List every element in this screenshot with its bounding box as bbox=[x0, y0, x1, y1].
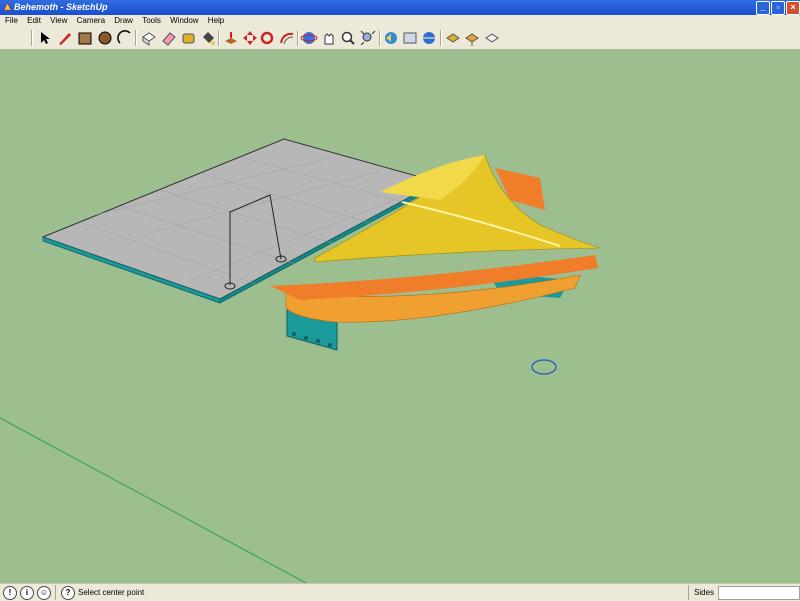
help-icon[interactable]: ? bbox=[61, 586, 75, 600]
menu-camera[interactable]: Camera bbox=[77, 15, 105, 27]
tape-measure-icon[interactable] bbox=[180, 29, 198, 47]
eraser-tool-icon[interactable] bbox=[160, 29, 178, 47]
zoom-extents-icon[interactable] bbox=[359, 29, 377, 47]
push-pull-icon[interactable] bbox=[222, 29, 240, 47]
menu-window[interactable]: Window bbox=[170, 15, 198, 27]
window-title: Behemoth - SketchUp bbox=[14, 2, 108, 12]
pan-tool-icon[interactable] bbox=[320, 29, 338, 47]
paint-bucket-icon[interactable] bbox=[199, 29, 217, 47]
credits-icon[interactable]: i bbox=[20, 586, 34, 600]
close-button[interactable]: × bbox=[786, 1, 800, 15]
menu-bar: File Edit View Camera Draw Tools Window … bbox=[0, 15, 800, 27]
green-axis-line bbox=[0, 417, 307, 583]
toolbar-separator bbox=[297, 30, 299, 46]
sketchup-app-icon bbox=[3, 2, 12, 11]
rotate-tool-icon[interactable] bbox=[258, 29, 276, 47]
measurements-input[interactable] bbox=[718, 586, 800, 600]
title-bar: Behemoth - SketchUp _ ▫ × bbox=[0, 0, 800, 15]
maximize-button[interactable]: ▫ bbox=[771, 1, 785, 15]
orbit-tool-icon[interactable] bbox=[300, 29, 318, 47]
minimize-button[interactable]: _ bbox=[756, 1, 770, 15]
get-models-icon[interactable] bbox=[420, 29, 438, 47]
circle-tool-cursor bbox=[531, 359, 557, 375]
main-toolbar bbox=[0, 27, 800, 50]
move-tool-icon[interactable] bbox=[241, 29, 259, 47]
user-icon[interactable]: ☺ bbox=[37, 586, 51, 600]
toolbar-separator bbox=[440, 30, 442, 46]
make-component-icon[interactable] bbox=[140, 29, 158, 47]
circle-tool-icon[interactable] bbox=[96, 29, 114, 47]
previous-view-icon[interactable] bbox=[382, 29, 400, 47]
toolbar-separator bbox=[135, 30, 137, 46]
share-component-icon[interactable] bbox=[483, 29, 501, 47]
menu-help[interactable]: Help bbox=[208, 15, 224, 27]
rectangle-tool-icon[interactable] bbox=[76, 29, 94, 47]
pencil-tool-icon[interactable] bbox=[56, 29, 74, 47]
vcb-label: Sides bbox=[694, 588, 715, 597]
status-divider bbox=[688, 585, 689, 600]
modeling-viewport[interactable] bbox=[0, 50, 800, 583]
menu-draw[interactable]: Draw bbox=[114, 15, 133, 27]
offset-tool-icon[interactable] bbox=[278, 29, 296, 47]
geo-location-icon[interactable]: ! bbox=[3, 586, 17, 600]
mesh-plate[interactable] bbox=[41, 138, 440, 304]
zoom-tool-icon[interactable] bbox=[339, 29, 357, 47]
toolbar-separator bbox=[31, 30, 33, 46]
arc-tool-icon[interactable] bbox=[116, 29, 134, 47]
menu-view[interactable]: View bbox=[50, 15, 67, 27]
toolbar-separator bbox=[218, 30, 220, 46]
share-model-icon[interactable] bbox=[444, 29, 462, 47]
get-component-icon[interactable] bbox=[463, 29, 481, 47]
toolbar-separator bbox=[379, 30, 381, 46]
select-tool-icon[interactable] bbox=[36, 29, 54, 47]
status-prompt: Select center point bbox=[78, 588, 145, 597]
status-divider bbox=[55, 585, 56, 600]
next-view-icon[interactable] bbox=[401, 29, 419, 47]
menu-file[interactable]: File bbox=[5, 15, 18, 27]
menu-edit[interactable]: Edit bbox=[27, 15, 41, 27]
menu-tools[interactable]: Tools bbox=[142, 15, 161, 27]
status-bar: ! i ☺ ? Select center point Sides bbox=[0, 583, 800, 601]
